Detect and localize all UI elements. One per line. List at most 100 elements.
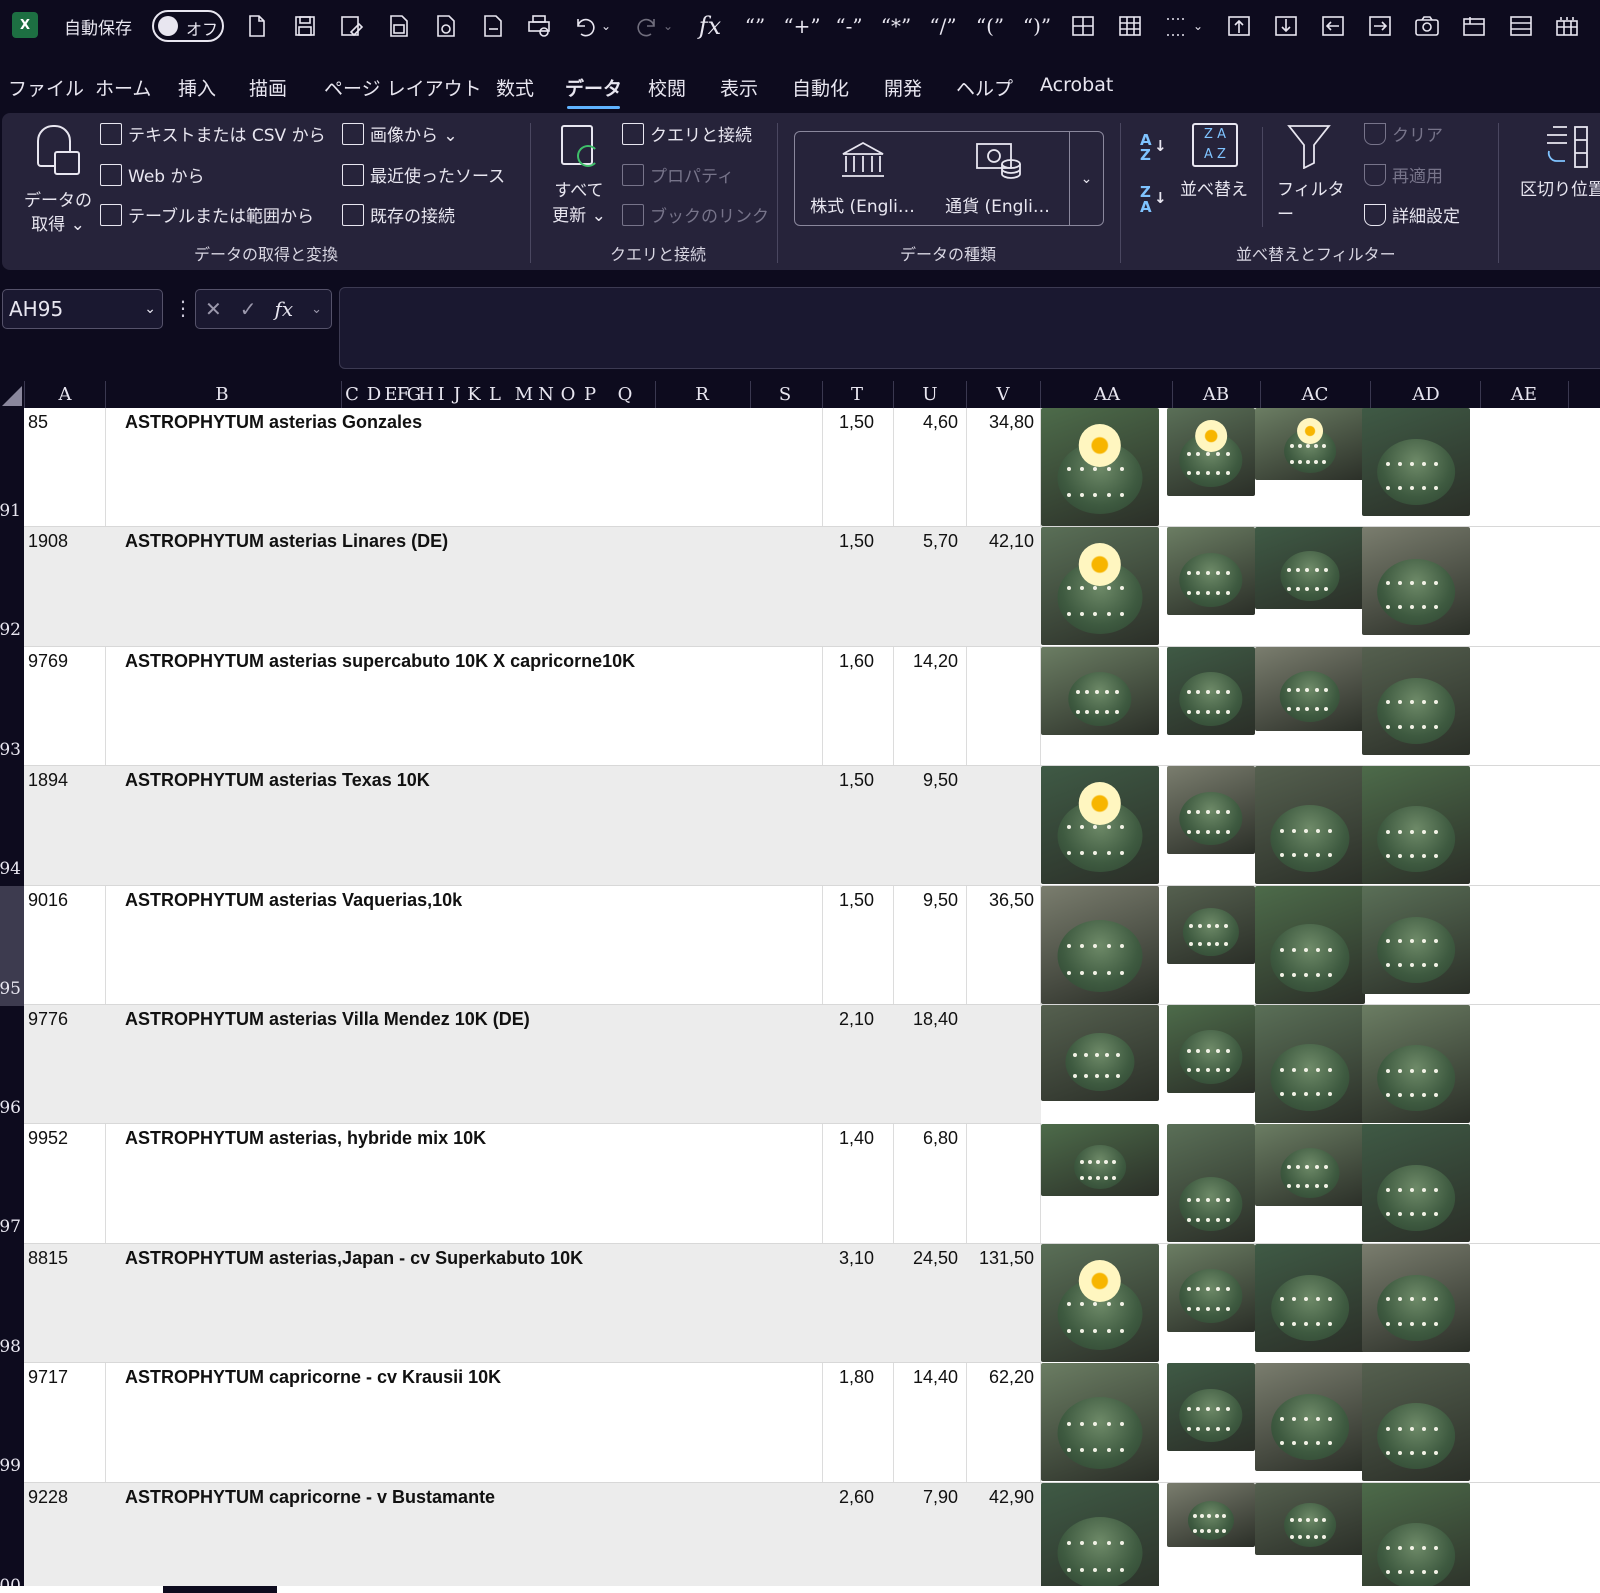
cactus-photo[interactable] <box>1041 527 1159 646</box>
cactus-photo[interactable] <box>1255 1243 1365 1352</box>
cactus-photo[interactable] <box>1362 1243 1470 1352</box>
table-row[interactable]: 1894 ASTROPHYTUM asterias Texas 10K 1,50 9,… <box>24 766 1600 886</box>
cactus-photo[interactable] <box>1041 1243 1159 1362</box>
formula-input[interactable] <box>339 287 1600 369</box>
cactus-photo[interactable] <box>1041 885 1159 1004</box>
tab-page-layout[interactable]: ページ レイアウト <box>324 74 482 101</box>
cell-id[interactable]: 1908 <box>28 531 68 552</box>
cactus-photo[interactable] <box>1167 1243 1255 1332</box>
col-header-l[interactable]: L <box>489 384 501 405</box>
currencies-data-type-button[interactable]: 通貨 (Engli… <box>930 132 1065 225</box>
cell-name[interactable]: ASTROPHYTUM asterias Gonzales <box>125 412 422 433</box>
cell-id[interactable]: 9952 <box>28 1128 68 1149</box>
freeze-panes-icon[interactable] <box>1459 12 1489 40</box>
tab-home[interactable]: ホーム <box>95 74 151 101</box>
name-box[interactable]: AH95 ⌄ <box>2 289 163 329</box>
cactus-photo[interactable] <box>1041 1124 1159 1197</box>
cactus-photo[interactable] <box>1362 527 1470 636</box>
from-text-csv-button[interactable]: テキストまたは CSV から <box>100 121 326 146</box>
col-header-ac[interactable]: AC <box>1302 384 1329 405</box>
print-preview-icon[interactable] <box>384 12 414 40</box>
cactus-photo[interactable] <box>1041 766 1159 885</box>
queries-connections-button[interactable]: クエリと接続 <box>622 121 752 146</box>
row-header-91[interactable]: 91 <box>0 501 21 521</box>
cell-name[interactable]: ASTROPHYTUM asterias Linares (DE) <box>125 531 448 552</box>
save-icon[interactable] <box>290 12 320 40</box>
cactus-photo[interactable] <box>1167 408 1255 496</box>
clear-filter-button[interactable]: クリア <box>1364 121 1443 146</box>
cactus-photo[interactable] <box>1362 766 1470 885</box>
existing-connections-button[interactable]: 既存の接続 <box>342 202 455 227</box>
cactus-photo[interactable] <box>1167 766 1255 855</box>
split-view-icon[interactable] <box>1506 12 1536 40</box>
col-header-k[interactable]: K <box>467 384 480 405</box>
cactus-photo[interactable] <box>1362 1124 1470 1243</box>
cell-price-u[interactable]: 5,70 <box>894 531 958 552</box>
col-header-c[interactable]: C <box>345 384 359 405</box>
cactus-photo[interactable] <box>1362 1005 1470 1123</box>
formula-expand-icon[interactable]: ⌄ <box>311 302 322 317</box>
cactus-photo[interactable] <box>1255 1482 1365 1555</box>
cactus-photo[interactable] <box>1167 885 1255 964</box>
cell-price-t[interactable]: 1,50 <box>814 412 874 433</box>
table-row[interactable]: 8815 ASTROPHYTUM asterias,Japan - cv Supe… <box>24 1243 1600 1364</box>
sheet-tab[interactable] <box>0 1586 163 1593</box>
cell-id[interactable]: 9228 <box>28 1487 68 1508</box>
cactus-photo[interactable] <box>1167 1124 1255 1243</box>
cactus-photo[interactable] <box>1255 527 1365 610</box>
col-header-ab[interactable]: AB <box>1203 384 1229 405</box>
table-row[interactable]: 9016 ASTROPHYTUM asterias Vaquerias,10k 1,… <box>24 885 1600 1005</box>
cell-id[interactable]: 85 <box>28 412 48 433</box>
quick-print-icon[interactable] <box>525 12 555 40</box>
cell-price-u[interactable]: 7,90 <box>894 1487 958 1508</box>
cactus-photo[interactable] <box>1041 408 1159 526</box>
borders-icon[interactable] <box>1068 12 1098 40</box>
table-row[interactable]: 9228 ASTROPHYTUM capricorne - v Bustamant… <box>24 1482 1600 1593</box>
col-header-j[interactable]: J <box>453 384 460 405</box>
filter-button[interactable]: フィルター <box>1272 123 1352 225</box>
cell-price-u[interactable]: 18,40 <box>894 1009 958 1030</box>
cell-price-t[interactable]: 1,80 <box>814 1367 874 1388</box>
row-header-97[interactable]: 97 <box>0 1217 21 1237</box>
tab-review[interactable]: 校閲 <box>648 74 686 101</box>
align-bottom-icon[interactable] <box>1271 12 1301 40</box>
col-header-e[interactable]: E <box>384 384 397 405</box>
cell-price-t[interactable]: 1,50 <box>814 770 874 791</box>
cell-price-v[interactable]: 36,50 <box>966 890 1034 911</box>
tab-acrobat[interactable]: Acrobat <box>1040 74 1113 96</box>
undo-dropdown-icon[interactable]: ⌄ <box>598 12 614 40</box>
cell-price-t[interactable]: 1,40 <box>814 1128 874 1149</box>
quote-close-paren-icon[interactable]: “)” <box>1022 12 1052 40</box>
col-header-d[interactable]: D <box>367 384 381 405</box>
redo-icon[interactable] <box>632 12 662 40</box>
cell-id[interactable]: 1894 <box>28 770 68 791</box>
cell-price-v[interactable]: 34,80 <box>966 412 1034 433</box>
advanced-filter-button[interactable]: 詳細設定 <box>1364 202 1460 227</box>
cancel-icon[interactable]: ✕ <box>205 297 222 321</box>
col-header-i[interactable]: I <box>437 384 444 405</box>
cell-price-u[interactable]: 9,50 <box>894 770 958 791</box>
undo-icon[interactable] <box>570 12 600 40</box>
cell-price-v[interactable]: 62,20 <box>966 1367 1034 1388</box>
cactus-photo[interactable] <box>1362 1482 1470 1593</box>
tab-view[interactable]: 表示 <box>720 74 758 101</box>
row-header-96[interactable]: 96 <box>0 1098 21 1118</box>
table-row[interactable]: 9776 ASTROPHYTUM asterias Villa Mendez 10… <box>24 1005 1600 1125</box>
export-pdf-icon[interactable] <box>478 12 508 40</box>
redo-dropdown-icon[interactable]: ⌄ <box>660 12 676 40</box>
cactus-photo[interactable] <box>1255 1124 1365 1207</box>
cell-price-u[interactable]: 9,50 <box>894 890 958 911</box>
cactus-photo[interactable] <box>1255 885 1365 1004</box>
cell-name[interactable]: ASTROPHYTUM asterias supercabuto 10K X c… <box>125 651 635 672</box>
cell-price-v[interactable]: 131,50 <box>966 1248 1034 1269</box>
cell-price-u[interactable]: 6,80 <box>894 1128 958 1149</box>
chevron-down-icon[interactable]: ⌄ <box>144 301 156 317</box>
text-to-columns-button[interactable]: 区切り位置 <box>1517 123 1600 203</box>
quote-slash-icon[interactable]: “/” <box>928 12 958 40</box>
recent-sources-button[interactable]: 最近使ったソース <box>342 162 505 187</box>
tab-formulas[interactable]: 数式 <box>496 74 534 101</box>
quote-plus-icon[interactable]: “+” <box>783 12 820 40</box>
insert-function-icon[interactable]: fx <box>695 12 725 40</box>
sort-button[interactable]: Z AA Z 並べ替え <box>1180 123 1260 203</box>
cell-id[interactable]: 9717 <box>28 1367 68 1388</box>
